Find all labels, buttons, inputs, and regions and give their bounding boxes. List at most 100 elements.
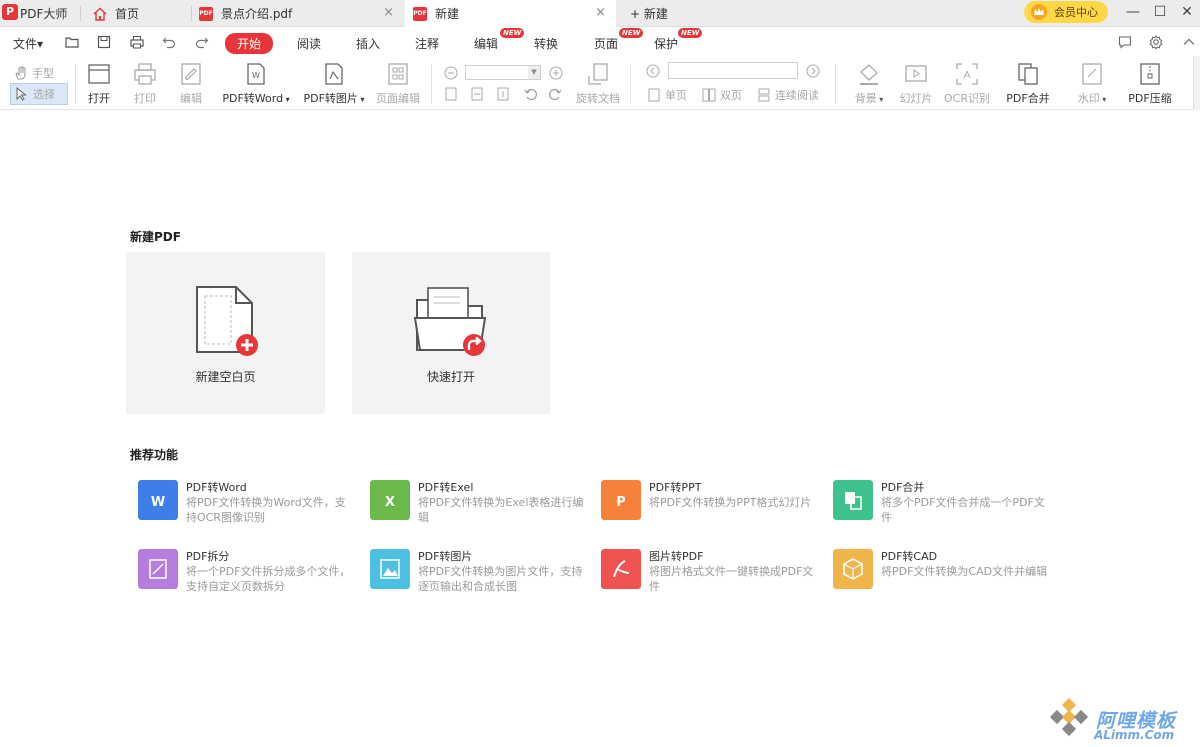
- zoom-combo[interactable]: ▼: [465, 65, 541, 80]
- pdf-compress-button[interactable]: PDF压缩: [1127, 62, 1173, 106]
- close-window-button[interactable]: ✕: [1176, 2, 1198, 22]
- feature-item[interactable]: PDF转图片 将PDF文件转换为图片文件，支持逐页输出和合成长图: [370, 549, 585, 599]
- rotate-document-label: 旋转文档: [576, 92, 620, 105]
- menu-annotate[interactable]: 注释: [415, 35, 439, 52]
- ocr-button[interactable]: A OCR识别: [944, 62, 990, 106]
- fit-width-icon[interactable]: [470, 87, 484, 101]
- background-button[interactable]: 背景 ▾: [848, 62, 890, 106]
- menu-bar: 文件▾ 开始 阅读 插入 注释 编辑 NEW 转换 页面 NEW 保护 NEW: [0, 28, 1200, 56]
- slideshow-icon: [905, 65, 927, 82]
- title-bar: P PDF大师 首页 PDF 景点介绍.pdf × PDF 新建 × + 新建 …: [0, 0, 1200, 27]
- feature-item[interactable]: PDF合并 将多个PDF文件合并成一个PDF文件: [833, 480, 1048, 530]
- next-page-icon[interactable]: [806, 64, 820, 78]
- hand-tool-button[interactable]: 手型: [14, 65, 54, 81]
- feature-item[interactable]: W PDF转Word 将PDF文件转换为Word文件，支持OCR图像识别: [138, 480, 353, 530]
- continuous-read-button[interactable]: 连续阅读: [757, 87, 819, 103]
- ribbon-separator: [630, 64, 631, 104]
- pdf-file-icon: PDF: [413, 6, 427, 21]
- hand-icon: [15, 66, 26, 80]
- quick-open-label: 快速打开: [426, 370, 475, 384]
- tab-new-active[interactable]: PDF 新建 ×: [405, 0, 616, 27]
- feature-item[interactable]: PDF拆分 将一个PDF文件拆分成多个文件，支持自定义页数拆分: [138, 549, 353, 599]
- menu-file[interactable]: 文件▾: [13, 35, 43, 52]
- redo-icon[interactable]: [195, 35, 209, 49]
- open-folder-icon[interactable]: [65, 35, 79, 49]
- settings-gear-icon[interactable]: [1149, 35, 1163, 49]
- menu-page[interactable]: 页面: [594, 35, 618, 52]
- tab-label: 景点介绍.pdf: [221, 7, 293, 21]
- double-page-button[interactable]: 双页: [702, 87, 742, 103]
- feature-item[interactable]: P PDF转PPT 将PDF文件转换为PPT格式幻灯片: [601, 480, 816, 530]
- ribbon-separator: [431, 64, 432, 104]
- tab-label: 首页: [115, 7, 140, 21]
- prev-page-icon[interactable]: [646, 64, 660, 78]
- rotate-right-icon[interactable]: [548, 87, 562, 101]
- compress-doc-icon: [1140, 63, 1160, 85]
- menu-read[interactable]: 阅读: [297, 35, 321, 52]
- watermark-logo-icon: [1049, 698, 1089, 737]
- ribbon-toolbar: 手型 选择 打开 打印 编辑 W PDF转Word ▾ PDF转图片 ▾ 页面编…: [0, 56, 1200, 110]
- continuous-read-label: 连续阅读: [775, 89, 819, 102]
- tab-document[interactable]: PDF 景点介绍.pdf ×: [199, 0, 404, 27]
- quick-open-card[interactable]: 快速打开: [352, 252, 550, 414]
- new-blank-page-card[interactable]: 新建空白页: [126, 252, 325, 414]
- word-doc-icon: W: [247, 63, 265, 85]
- rotate-document-button[interactable]: 旋转文档: [574, 62, 622, 106]
- minimize-button[interactable]: —: [1122, 2, 1144, 22]
- edit-button[interactable]: 编辑: [178, 62, 204, 106]
- menu-edit[interactable]: 编辑: [474, 35, 498, 52]
- single-page-button[interactable]: 单页: [647, 87, 687, 103]
- ocr-scan-icon: A: [956, 63, 978, 85]
- watermark-button[interactable]: 水印 ▾: [1071, 62, 1113, 106]
- single-page-label: 单页: [665, 89, 687, 102]
- svg-text:X: X: [385, 495, 395, 510]
- image-icon: [370, 549, 410, 589]
- rotate-left-icon[interactable]: [524, 87, 538, 101]
- actual-size-icon[interactable]: [496, 87, 510, 101]
- print-icon[interactable]: [130, 35, 144, 49]
- zoom-out-icon[interactable]: [444, 66, 458, 80]
- pdf-to-image-button[interactable]: PDF转图片 ▾: [302, 62, 366, 106]
- print-button[interactable]: 打印: [132, 62, 158, 106]
- folder-open-icon: [413, 287, 487, 356]
- menu-insert[interactable]: 插入: [356, 35, 380, 52]
- feature-item[interactable]: X PDF转Exel 将PDF文件转换为Exel表格进行编辑: [370, 480, 585, 530]
- close-icon[interactable]: ×: [595, 5, 606, 20]
- tab-separator: [191, 6, 192, 21]
- close-icon[interactable]: ×: [383, 5, 394, 20]
- new-badge: NEW: [619, 28, 644, 38]
- feature-title: PDF转Word: [186, 481, 247, 494]
- watermark-icon: [1082, 63, 1102, 85]
- collapse-ribbon-icon[interactable]: [1182, 35, 1196, 49]
- open-button[interactable]: 打开: [86, 62, 112, 106]
- select-tool-button[interactable]: 选择: [10, 83, 68, 105]
- message-icon[interactable]: [1118, 35, 1132, 49]
- pdf-to-image-label: PDF转图片: [303, 92, 358, 105]
- menu-protect[interactable]: 保护: [654, 35, 678, 52]
- feature-item[interactable]: 图片转PDF 将图片格式文件一键转换成PDF文件: [601, 549, 816, 599]
- menu-start[interactable]: 开始: [225, 33, 274, 54]
- vip-center-button[interactable]: 会员中心: [1024, 1, 1108, 23]
- zoom-in-icon[interactable]: [549, 66, 563, 80]
- undo-icon[interactable]: [162, 35, 176, 49]
- page-edit-button[interactable]: 页面编辑: [374, 62, 422, 106]
- menu-convert[interactable]: 转换: [534, 35, 558, 52]
- ribbon-scrollbar[interactable]: [1193, 56, 1200, 110]
- page-number-input[interactable]: [668, 62, 798, 79]
- new-tab-button[interactable]: + 新建: [630, 0, 690, 27]
- pdf-to-word-button[interactable]: W PDF转Word ▾: [220, 62, 292, 106]
- pdf-image-icon: [325, 63, 343, 85]
- save-icon[interactable]: [97, 35, 111, 49]
- pdf-to-word-label: PDF转Word: [222, 92, 284, 105]
- feature-item[interactable]: PDF转CAD 将PDF文件转换为CAD文件并编辑: [833, 549, 1048, 599]
- fit-page-icon[interactable]: [444, 87, 458, 101]
- feature-title: PDF转图片: [418, 550, 473, 563]
- feature-description: 将PDF文件转换为CAD文件并编辑: [881, 565, 1048, 578]
- maximize-button[interactable]: ☐: [1149, 2, 1171, 22]
- tab-home[interactable]: 首页: [93, 0, 193, 27]
- pdf-merge-button[interactable]: PDF合并: [1005, 62, 1051, 106]
- double-page-label: 双页: [720, 89, 742, 102]
- crown-icon: [1031, 4, 1047, 20]
- watermark-subtitle: ALimm.Com: [1094, 728, 1175, 742]
- slideshow-button[interactable]: 幻灯片: [898, 62, 934, 106]
